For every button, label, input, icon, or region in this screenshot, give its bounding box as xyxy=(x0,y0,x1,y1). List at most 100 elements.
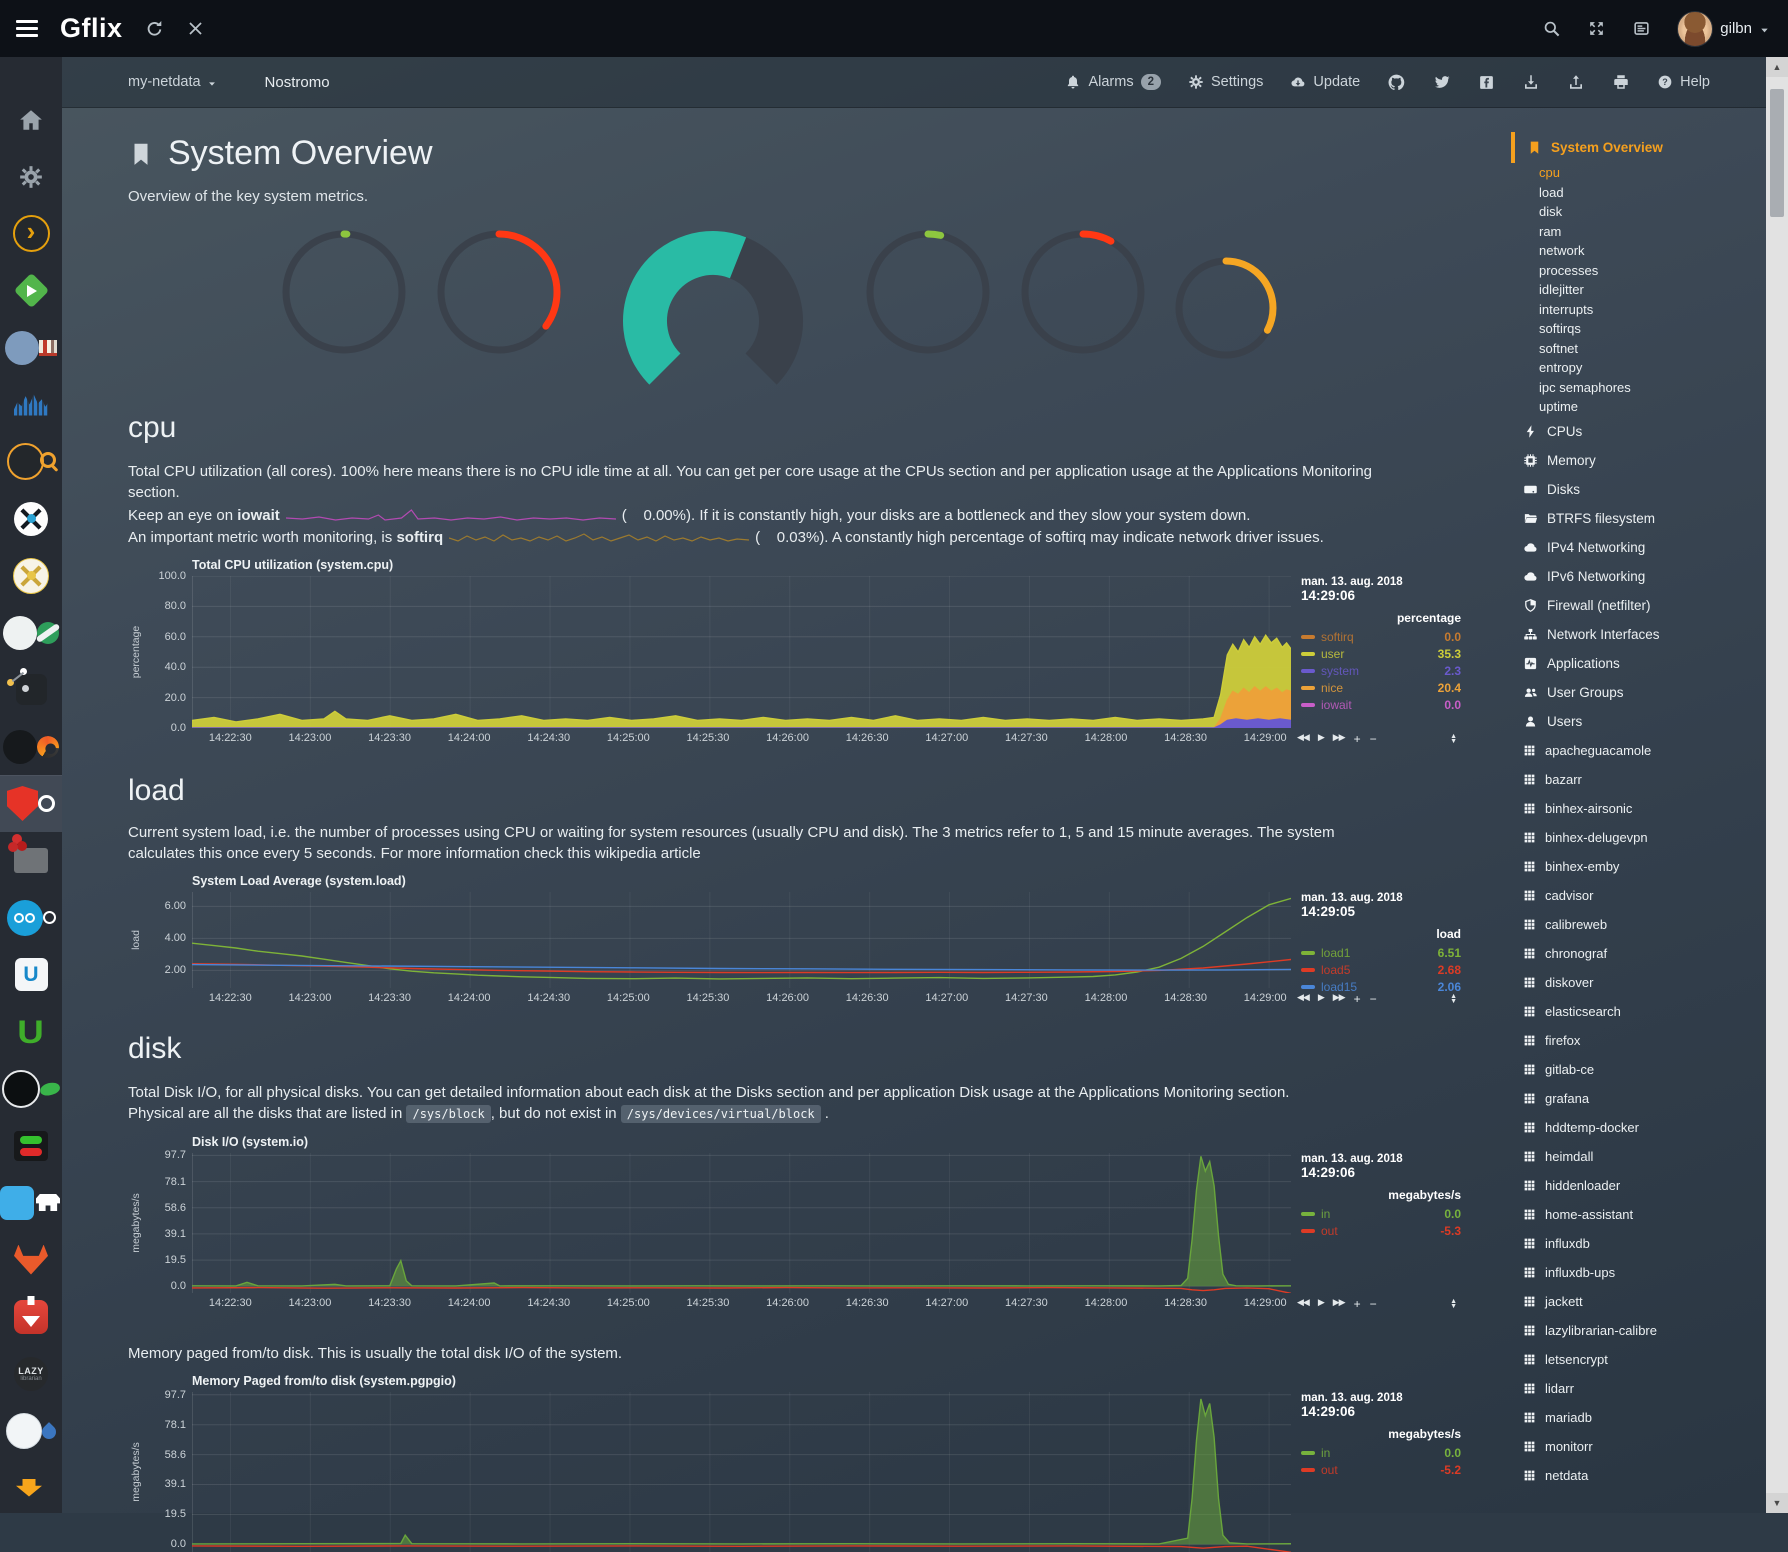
hostname[interactable]: Nostromo xyxy=(265,74,330,91)
update-button[interactable]: Update xyxy=(1290,74,1360,90)
export-icon[interactable] xyxy=(1567,73,1585,91)
app-icon-raspberry[interactable] xyxy=(0,832,62,889)
legend-entry-nice[interactable]: nice20.4 xyxy=(1301,679,1461,696)
menu-item-network-interfaces[interactable]: Network Interfaces xyxy=(1511,620,1766,649)
close-icon[interactable] xyxy=(186,19,205,38)
chart-plot-area[interactable] xyxy=(192,1392,1291,1552)
chart-resize-handle[interactable]: ▲▼ xyxy=(1450,734,1457,744)
app-icon-airsonic[interactable] xyxy=(0,376,62,433)
softirq-sparkline[interactable] xyxy=(449,530,749,546)
menu-item-elasticsearch[interactable]: elasticsearch xyxy=(1511,997,1766,1026)
chart-pan-left-button[interactable]: ◀◀ xyxy=(1297,732,1309,746)
chart-zoom-out-button[interactable]: − xyxy=(1370,992,1377,1006)
app-icon-plex[interactable] xyxy=(0,205,62,262)
chart-zoom-in-button[interactable]: + xyxy=(1354,992,1361,1006)
menu-item-home-assistant[interactable]: home-assistant xyxy=(1511,1200,1766,1229)
legend-entry-out[interactable]: out-5.3 xyxy=(1301,1222,1461,1239)
user-menu[interactable]: gilbn xyxy=(1677,11,1770,47)
chart-resize-handle[interactable]: ▲▼ xyxy=(1450,1299,1457,1309)
menu-item-apacheguacamole[interactable]: apacheguacamole xyxy=(1511,736,1766,765)
menu-item-cpu[interactable]: cpu xyxy=(1511,163,1766,183)
menu-item-cadvisor[interactable]: cadvisor xyxy=(1511,881,1766,910)
legend-entry-softirq[interactable]: softirq0.0 xyxy=(1301,628,1461,645)
app-icon-shield-red[interactable] xyxy=(0,775,62,832)
menu-item-lazylibrarian-calibre[interactable]: lazylibrarian-calibre xyxy=(1511,1316,1766,1345)
chart-pan-right-button[interactable]: ▶▶ xyxy=(1333,1297,1345,1311)
app-icon-swirl-green[interactable] xyxy=(0,604,62,661)
menu-item-diskover[interactable]: diskover xyxy=(1511,968,1766,997)
app-icon-lazylibrarian[interactable] xyxy=(0,1345,62,1402)
legend-entry-out[interactable]: out-5.2 xyxy=(1301,1461,1461,1478)
github-icon[interactable] xyxy=(1387,73,1406,92)
app-icon-droplet[interactable] xyxy=(0,1402,62,1459)
chart-plot-area[interactable] xyxy=(192,1153,1291,1293)
menu-item-monitorr[interactable]: monitorr xyxy=(1511,1432,1766,1461)
iowait-sparkline[interactable] xyxy=(286,508,616,524)
search-icon[interactable] xyxy=(1542,19,1561,38)
menu-item-influxdb-ups[interactable]: influxdb-ups xyxy=(1511,1258,1766,1287)
app-icon-downloader[interactable] xyxy=(0,1288,62,1345)
chart-zoom-out-button[interactable]: − xyxy=(1370,1297,1377,1311)
help-button[interactable]: ? Help xyxy=(1657,74,1710,90)
menu-item-influxdb[interactable]: influxdb xyxy=(1511,1229,1766,1258)
app-icon-planet-dark[interactable] xyxy=(0,1060,62,1117)
app-icon-settings[interactable] xyxy=(0,148,62,205)
app-icon-home[interactable] xyxy=(0,91,62,148)
alarms-button[interactable]: Alarms 2 xyxy=(1065,74,1161,90)
app-icon-home-assistant[interactable] xyxy=(0,1174,62,1231)
chart-zoom-in-button[interactable]: + xyxy=(1354,1297,1361,1311)
menu-icon[interactable] xyxy=(16,16,38,41)
menu-item-ipc-semaphores[interactable]: ipc semaphores xyxy=(1511,378,1766,398)
menu-item-firefox[interactable]: firefox xyxy=(1511,1026,1766,1055)
app-icon-grafana[interactable] xyxy=(0,718,62,775)
chart-plot-area[interactable] xyxy=(192,892,1291,988)
menu-item-grafana[interactable]: grafana xyxy=(1511,1084,1766,1113)
menu-item-netdata[interactable]: netdata xyxy=(1511,1461,1766,1490)
avatar[interactable] xyxy=(1677,11,1713,47)
menu-item-binhex-delugevpn[interactable]: binhex-delugevpn xyxy=(1511,823,1766,852)
twitter-icon[interactable] xyxy=(1433,73,1451,91)
facebook-icon[interactable] xyxy=(1478,74,1495,91)
gauge-disk-read[interactable] xyxy=(277,225,411,364)
menu-item-memory[interactable]: Memory xyxy=(1511,446,1766,475)
scroll-up-button[interactable]: ▲ xyxy=(1766,57,1788,77)
menu-item-users[interactable]: Users xyxy=(1511,707,1766,736)
chart-zoom-out-button[interactable]: − xyxy=(1370,732,1377,746)
app-icon-pinwheel-white[interactable] xyxy=(0,490,62,547)
menu-item-cpus[interactable]: CPUs xyxy=(1511,417,1766,446)
menu-item-hddtemp-docker[interactable]: hddtemp-docker xyxy=(1511,1113,1766,1142)
chart-resize-handle[interactable]: ▲▼ xyxy=(1450,994,1457,1004)
gauge-used-ram[interactable] xyxy=(1171,253,1281,368)
app-icon-node-graph[interactable] xyxy=(0,661,62,718)
app-icon-magnet-green[interactable] xyxy=(0,1003,62,1060)
menu-item-ipv4-networking[interactable]: IPv4 Networking xyxy=(1511,533,1766,562)
server-dropdown[interactable]: my-netdata xyxy=(128,74,217,90)
menu-item-binhex-airsonic[interactable]: binhex-airsonic xyxy=(1511,794,1766,823)
menu-item-btrfs-filesystem[interactable]: BTRFS filesystem xyxy=(1511,504,1766,533)
menu-item-bazarr[interactable]: bazarr xyxy=(1511,765,1766,794)
page-scrollbar[interactable]: ▲ ▼ xyxy=(1766,57,1788,1513)
chart-pan-left-button[interactable]: ◀◀ xyxy=(1297,1297,1309,1311)
legend-entry-iowait[interactable]: iowait0.0 xyxy=(1301,696,1461,713)
menu-item-processes[interactable]: processes xyxy=(1511,261,1766,281)
menu-item-jackett[interactable]: jackett xyxy=(1511,1287,1766,1316)
menu-item-softnet[interactable]: softnet xyxy=(1511,339,1766,359)
legend-entry-in[interactable]: in0.0 xyxy=(1301,1205,1461,1222)
app-icon-nextcloud[interactable] xyxy=(0,889,62,946)
app-icon-library[interactable] xyxy=(0,319,62,376)
legend-entry-load1[interactable]: load16.51 xyxy=(1301,944,1461,961)
chart-play-button[interactable]: ▶ xyxy=(1318,732,1324,746)
chart-plot-area[interactable] xyxy=(192,576,1291,728)
gauge-disk-write[interactable] xyxy=(432,225,566,364)
chart-pan-left-button[interactable]: ◀◀ xyxy=(1297,992,1309,1006)
chart-zoom-in-button[interactable]: + xyxy=(1354,732,1361,746)
gauge-net-inbound[interactable] xyxy=(861,225,995,364)
app-icon-gitlab[interactable] xyxy=(0,1231,62,1288)
print-icon[interactable] xyxy=(1612,73,1630,91)
chart-play-button[interactable]: ▶ xyxy=(1318,1297,1324,1311)
menu-item-ram[interactable]: ram xyxy=(1511,222,1766,242)
refresh-icon[interactable] xyxy=(145,19,164,38)
changelog-icon[interactable] xyxy=(1632,19,1651,38)
menu-item-firewall-netfilter-[interactable]: Firewall (netfilter) xyxy=(1511,591,1766,620)
import-icon[interactable] xyxy=(1522,73,1540,91)
